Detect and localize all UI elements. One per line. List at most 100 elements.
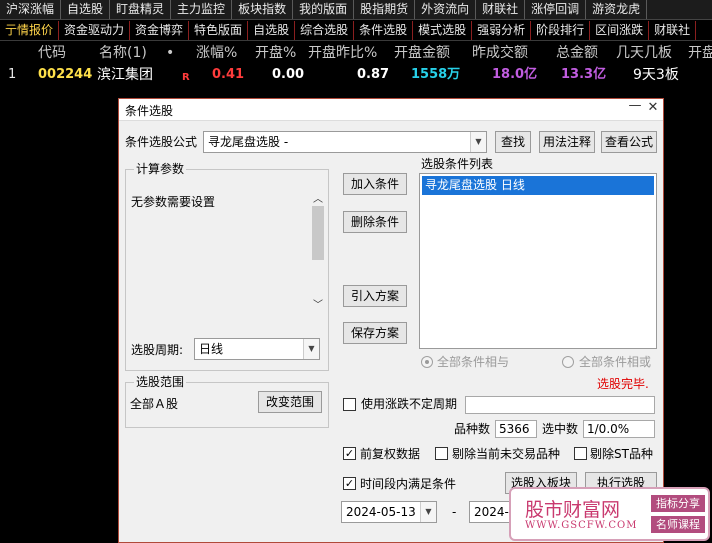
col-dot: • — [166, 45, 175, 61]
col-change-pct[interactable]: 涨幅% — [196, 42, 237, 64]
scroll-thumb[interactable] — [312, 206, 324, 260]
time-range-checkbox[interactable]: ✓ — [343, 477, 356, 490]
top-nav-item[interactable]: 板块指数 — [232, 0, 294, 19]
view-formula-button[interactable]: 查看公式 — [601, 131, 657, 153]
top-nav-item[interactable]: 外资流向 — [415, 0, 477, 19]
formula-select[interactable]: 寻龙尾盘选股 - ▼ — [203, 131, 487, 153]
condition-list-title: 选股条件列表 — [421, 157, 494, 171]
tab-item[interactable]: 资金博弈 — [130, 21, 190, 40]
col-name[interactable]: 名称(1) — [99, 42, 147, 64]
formula-select-value: 寻龙尾盘选股 - — [208, 135, 289, 149]
adjusted-data-label: 前复权数据 — [360, 447, 421, 461]
top-nav-bar: 沪深涨幅 自选股 盯盘精灵 主力监控 板块指数 我的版面 股指期货 外资流向 财联社 涨停回调 游资… — [0, 0, 712, 20]
date-from-value: 2024-05-13 — [346, 505, 416, 519]
top-nav-item[interactable]: 我的版面 — [293, 0, 355, 19]
minimize-icon[interactable]: — — [627, 99, 643, 115]
close-icon[interactable]: ✕ — [645, 101, 661, 117]
variable-period-input[interactable] — [465, 396, 655, 414]
count-label: 品种数 — [454, 422, 491, 436]
selected-label: 选中数 — [542, 422, 579, 436]
tab-item[interactable]: 区间涨跌 — [590, 21, 650, 40]
count-value: 5366 — [495, 420, 537, 438]
tab-item[interactable]: 阶段排行 — [531, 21, 591, 40]
col-open-vs-prev[interactable]: 开盘昨比% — [308, 42, 377, 64]
chevron-down-icon[interactable]: ▼ — [470, 132, 486, 152]
dialog-title-bar[interactable]: 条件选股 — ✕ — [119, 99, 663, 121]
tab-item[interactable]: 条件选股 — [354, 21, 414, 40]
exclude-st-label: 剔除ST品种 — [590, 447, 653, 461]
tab-item[interactable]: 模式选股 — [413, 21, 473, 40]
tab-item[interactable]: 自选股 — [248, 21, 296, 40]
change-range-button[interactable]: 改变范围 — [258, 391, 322, 413]
total-amount-value: 13.3亿 — [561, 67, 607, 82]
params-text: 无参数需要设置 — [131, 195, 216, 209]
variable-period-checkbox[interactable] — [343, 398, 356, 411]
params-group-title: 计算参数 — [134, 162, 187, 176]
boards-value: 9天3板 — [633, 67, 679, 83]
top-nav-item[interactable]: 游资龙虎 — [586, 0, 648, 19]
top-nav-item[interactable]: 盯盘精灵 — [110, 0, 172, 19]
condition-list[interactable]: 寻龙尾盘选股 日线 — [419, 173, 657, 349]
col-code[interactable]: 代码 — [38, 42, 66, 64]
scroll-up-icon[interactable]: ︿ — [313, 190, 323, 205]
tab-item[interactable]: 特色版面 — [189, 21, 249, 40]
tab-item[interactable]: 综合选股 — [295, 21, 355, 40]
formula-label: 条件选股公式 — [125, 135, 198, 149]
condition-stock-picker-dialog: 条件选股 — ✕ 条件选股公式 寻龙尾盘选股 - ▼ 查找 用法注释 查看公式 … — [118, 98, 664, 543]
exclude-st-checkbox[interactable] — [574, 447, 587, 460]
chevron-down-icon[interactable]: ▼ — [420, 502, 436, 522]
stock-name: 滨江集团 — [97, 67, 153, 83]
add-condition-button[interactable]: 加入条件 — [343, 173, 407, 195]
date-from-picker[interactable]: 2024-05-13 ▼ — [341, 501, 437, 523]
find-button[interactable]: 查找 — [495, 131, 531, 153]
col-open[interactable]: 开盘 — [688, 42, 712, 64]
open-amount-value: 1558万 — [411, 67, 461, 82]
top-nav-item[interactable]: 财联社 — [476, 0, 526, 19]
params-scrollbar[interactable]: ︿ ﹀ — [310, 190, 326, 314]
dialog-title: 条件选股 — [125, 104, 174, 118]
chevron-down-icon[interactable]: ▼ — [303, 339, 319, 359]
top-nav-item[interactable]: 沪深涨幅 — [0, 0, 62, 19]
usage-notes-button[interactable]: 用法注释 — [539, 131, 595, 153]
top-nav-item[interactable]: 自选股 — [61, 0, 111, 19]
range-value: 全部Ａ股 — [130, 397, 179, 411]
open-pct-value: 0.00 — [272, 67, 305, 82]
params-group: 计算参数 无参数需要设置 ︿ ﹀ 选股周期: 日线 ▼ — [125, 162, 329, 371]
tab-item[interactable]: 资金驱动力 — [59, 21, 131, 40]
prev-turnover-value: 18.0亿 — [492, 67, 538, 82]
tab-item[interactable]: 财联社 — [649, 21, 697, 40]
exclude-untraded-label: 剔除当前未交易品种 — [452, 447, 561, 461]
financing-flag: R — [182, 72, 190, 83]
condition-item-label: 寻龙尾盘选股 日线 — [425, 178, 525, 192]
tab-item[interactable]: 强弱分析 — [472, 21, 532, 40]
watermark-url: WWW.GSCFW.COM — [525, 520, 638, 531]
change-pct-value: 0.41 — [212, 67, 245, 82]
save-plan-button[interactable]: 保存方案 — [343, 322, 407, 344]
period-select[interactable]: 日线 ▼ — [194, 338, 320, 360]
logic-and-radio[interactable] — [421, 356, 433, 368]
col-open-pct[interactable]: 开盘% — [255, 42, 296, 64]
delete-condition-button[interactable]: 删除条件 — [343, 211, 407, 233]
top-nav-item[interactable]: 股指期货 — [354, 0, 416, 19]
status-text: 选股完毕. — [597, 377, 649, 391]
tab-item[interactable]: 亍情报价 — [0, 21, 60, 40]
exclude-untraded-checkbox[interactable] — [435, 447, 448, 460]
list-item[interactable]: 寻龙尾盘选股 日线 — [422, 176, 654, 195]
watermark-tag-1: 指标分享 — [651, 495, 705, 512]
logic-or-radio[interactable] — [562, 356, 574, 368]
col-total-amount[interactable]: 总金额 — [556, 42, 598, 64]
period-label: 选股周期: — [131, 343, 184, 357]
watermark-tag-2: 名师课程 — [651, 516, 705, 533]
table-row[interactable]: 1 002244 滨江集团 R 0.41 0.00 0.87 1558万 18.… — [0, 64, 712, 86]
col-prev-turnover[interactable]: 昨成交额 — [472, 42, 528, 64]
top-nav-item[interactable]: 主力监控 — [171, 0, 233, 19]
import-plan-button[interactable]: 引入方案 — [343, 285, 407, 307]
col-boards[interactable]: 几天几板 — [616, 42, 672, 64]
logic-or-label: 全部条件相或 — [579, 355, 652, 369]
top-nav-item[interactable]: 涨停回调 — [525, 0, 587, 19]
row-index: 1 — [8, 67, 17, 82]
adjusted-data-checkbox[interactable]: ✓ — [343, 447, 356, 460]
col-open-amount[interactable]: 开盘金额 — [394, 42, 450, 64]
scroll-down-icon[interactable]: ﹀ — [313, 296, 323, 311]
range-group: 选股范围 全部Ａ股 改变范围 — [125, 375, 329, 428]
